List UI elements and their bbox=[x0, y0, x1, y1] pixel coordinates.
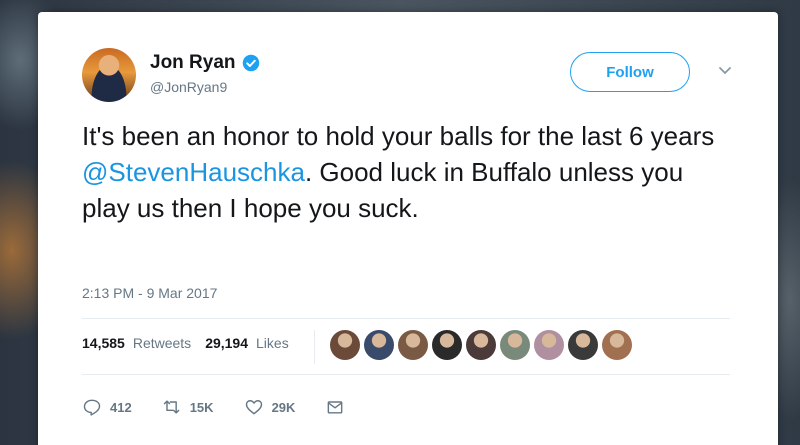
likes-count[interactable]: 29,194 bbox=[205, 335, 248, 351]
like-count: 29K bbox=[271, 399, 296, 415]
divider bbox=[82, 318, 730, 319]
tweet-actions: 412 15K 29K bbox=[82, 397, 375, 417]
retweet-count: 15K bbox=[189, 399, 214, 415]
reply-icon bbox=[83, 399, 101, 416]
likes-label[interactable]: Likes bbox=[256, 335, 289, 351]
engagement-stats: 14,585 Retweets 29,194 Likes bbox=[82, 335, 295, 351]
verified-badge-icon bbox=[242, 54, 259, 72]
liker-avatar[interactable] bbox=[602, 330, 632, 360]
direct-message-button[interactable] bbox=[325, 397, 345, 417]
liker-avatar[interactable] bbox=[330, 330, 360, 360]
liker-avatar[interactable] bbox=[466, 330, 496, 360]
like-button[interactable]: 29K bbox=[244, 397, 296, 417]
retweets-label[interactable]: Retweets bbox=[133, 335, 191, 351]
avatar[interactable] bbox=[82, 48, 136, 102]
retweet-icon bbox=[163, 400, 180, 414]
mention-link[interactable]: @StevenHauschka bbox=[82, 157, 305, 187]
liker-avatar[interactable] bbox=[364, 330, 394, 360]
reply-count: 412 bbox=[110, 399, 132, 415]
liker-avatar[interactable] bbox=[568, 330, 598, 360]
tweet-text: It's been an honor to hold your balls fo… bbox=[82, 118, 722, 226]
author-handle[interactable]: @JonRyan9 bbox=[150, 79, 227, 95]
follow-button[interactable]: Follow bbox=[570, 52, 690, 92]
tweet-timestamp[interactable]: 2:13 PM - 9 Mar 2017 bbox=[82, 285, 217, 301]
liker-avatars bbox=[330, 330, 632, 360]
author-name[interactable]: Jon Ryan bbox=[150, 52, 236, 74]
heart-icon bbox=[245, 400, 262, 415]
reply-button[interactable]: 412 bbox=[82, 397, 132, 417]
chevron-down-icon[interactable] bbox=[718, 66, 732, 76]
liker-avatar[interactable] bbox=[432, 330, 462, 360]
divider bbox=[82, 374, 730, 375]
tweet-card: Jon Ryan @JonRyan9 Follow It's been an h… bbox=[38, 12, 778, 445]
stats-separator bbox=[314, 330, 315, 364]
envelope-icon bbox=[328, 401, 343, 414]
retweet-button[interactable]: 15K bbox=[162, 397, 214, 417]
liker-avatar[interactable] bbox=[534, 330, 564, 360]
liker-avatar[interactable] bbox=[398, 330, 428, 360]
retweets-count[interactable]: 14,585 bbox=[82, 335, 125, 351]
tweet-text-part: It's been an honor to hold your balls fo… bbox=[82, 121, 715, 151]
liker-avatar[interactable] bbox=[500, 330, 530, 360]
author-name-row[interactable]: Jon Ryan bbox=[150, 52, 260, 74]
